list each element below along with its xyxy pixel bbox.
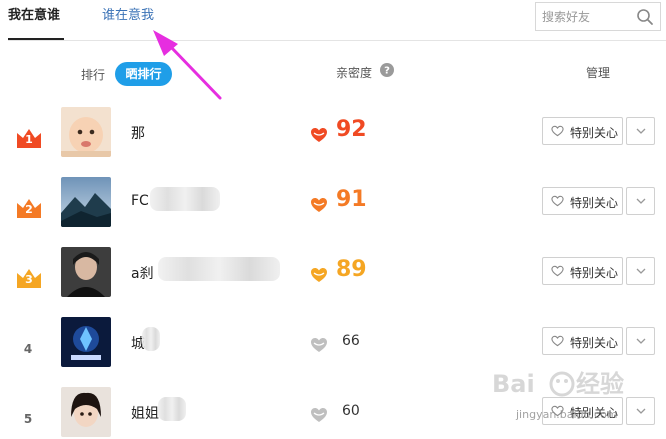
chevron-down-icon [636, 268, 646, 274]
heart-icon [311, 408, 327, 422]
svg-text:Bai: Bai [492, 370, 535, 398]
search-box [535, 2, 661, 31]
avatar[interactable] [61, 177, 111, 227]
heart-icon [311, 128, 327, 142]
heart-outline-icon [551, 335, 564, 347]
intimacy-column-header: 亲密度 [336, 66, 373, 80]
special-care-button[interactable]: 特别关心 [542, 187, 623, 215]
friend-row: 3 a刹 89 特别关心 [0, 247, 666, 317]
search-icon[interactable] [636, 8, 654, 26]
heart-outline-icon [551, 195, 564, 207]
baidu-jingyan-watermark: Bai 经验 [492, 370, 624, 398]
help-icon[interactable]: ? [380, 63, 394, 77]
intimacy-score: 92 [336, 117, 367, 142]
intimacy-score: 89 [336, 257, 367, 282]
rank-number: 3 [25, 273, 33, 286]
chevron-down-icon [636, 338, 646, 344]
more-dropdown-button[interactable] [626, 327, 655, 355]
intimacy-score: 66 [342, 333, 360, 349]
rank-number: 1 [25, 133, 33, 146]
chevron-down-icon [636, 128, 646, 134]
rank-number: 2 [25, 203, 33, 216]
special-care-label: 特别关心 [570, 266, 619, 280]
special-care-label: 特别关心 [570, 126, 619, 140]
chevron-down-icon [636, 198, 646, 204]
friend-name[interactable]: 那 [131, 123, 145, 143]
show-rank-button[interactable]: 晒排行 [115, 62, 172, 86]
blurred-name [158, 397, 186, 421]
special-care-label: 特别关心 [570, 196, 619, 210]
rank-number: 4 [23, 342, 33, 356]
more-dropdown-button[interactable] [626, 117, 655, 145]
watermark-url: jingyan.baidu.com [516, 408, 618, 421]
heart-icon [311, 198, 327, 212]
heart-icon [311, 268, 327, 282]
manage-column-header: 管理 [586, 66, 611, 80]
blurred-name [142, 327, 160, 351]
intimacy-score: 60 [342, 403, 360, 419]
rank-number: 5 [23, 412, 33, 426]
heart-outline-icon [551, 265, 564, 277]
blurred-name [150, 187, 220, 211]
friend-row: 2 FC 91 特别关心 [0, 177, 666, 247]
intimacy-score: 91 [336, 187, 367, 212]
blurred-name [158, 257, 280, 281]
avatar[interactable] [61, 107, 111, 157]
special-care-button[interactable]: 特别关心 [542, 117, 623, 145]
more-dropdown-button[interactable] [626, 187, 655, 215]
avatar[interactable] [61, 317, 111, 367]
search-input[interactable] [542, 8, 630, 26]
sort-rank-label[interactable]: 排行 [81, 66, 105, 83]
svg-text:?: ? [384, 66, 390, 77]
special-care-button[interactable]: 特别关心 [542, 327, 623, 355]
friend-row: 1 那 92 特别关心 [0, 107, 666, 177]
avatar[interactable] [61, 247, 111, 297]
tab-who-i-care[interactable]: 我在意谁 [8, 6, 60, 26]
more-dropdown-button[interactable] [626, 257, 655, 285]
heart-outline-icon [551, 125, 564, 137]
svg-text:经验: 经验 [576, 370, 624, 398]
friend-name[interactable]: 姐姐 [131, 403, 159, 423]
divider [8, 40, 666, 41]
friend-name[interactable]: a刹 [131, 263, 154, 283]
heart-icon [311, 338, 327, 352]
special-care-label: 特别关心 [570, 336, 619, 350]
friend-name[interactable]: FC [131, 193, 149, 209]
avatar[interactable] [61, 387, 111, 437]
special-care-button[interactable]: 特别关心 [542, 257, 623, 285]
tab-who-cares-me[interactable]: 谁在意我 [102, 6, 154, 26]
